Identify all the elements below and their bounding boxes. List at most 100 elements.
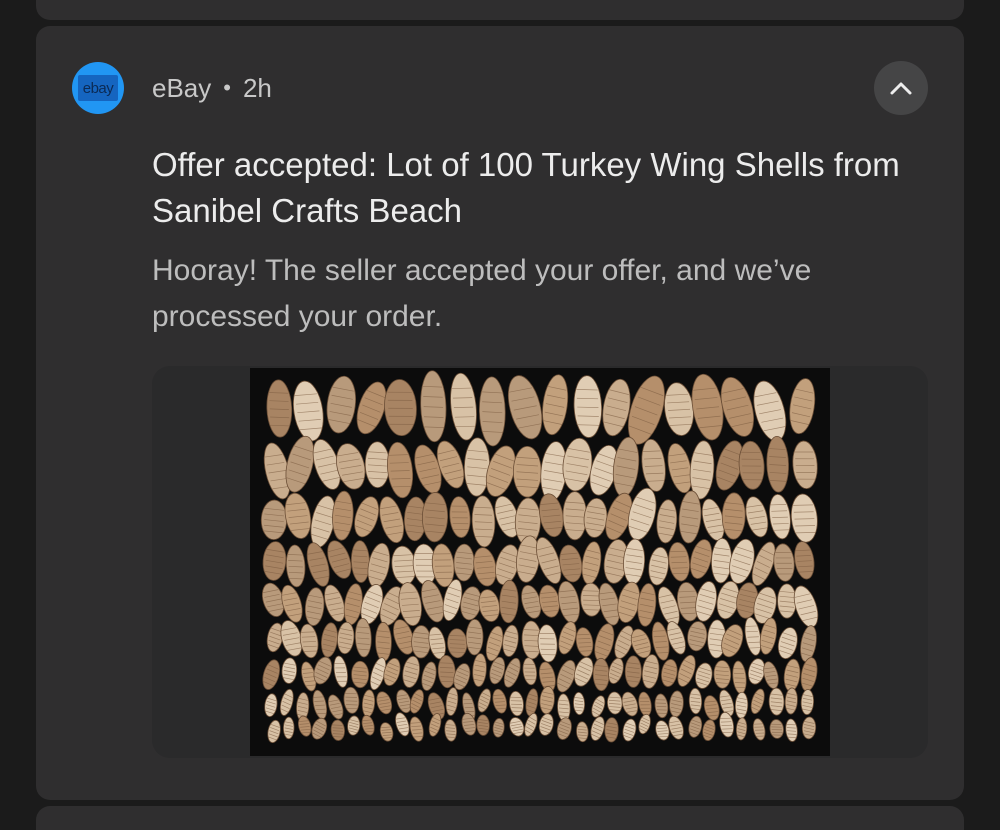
- shell: [573, 691, 586, 716]
- shell: [732, 660, 747, 695]
- shell: [750, 688, 765, 714]
- shell: [538, 584, 560, 618]
- shell: [375, 621, 392, 662]
- shell: [677, 654, 696, 687]
- shell: [604, 717, 619, 743]
- shell: [622, 718, 637, 742]
- shell: [379, 496, 405, 544]
- shell: [557, 581, 580, 624]
- shell: [524, 712, 538, 737]
- shell: [734, 691, 749, 719]
- notification-body: Hooray! The seller accepted your offer, …: [152, 254, 812, 333]
- shell: [292, 380, 324, 442]
- shell: [573, 375, 603, 438]
- shell: [279, 688, 294, 716]
- shell: [688, 715, 703, 738]
- shell: [450, 372, 477, 441]
- shell: [688, 687, 703, 715]
- shell: [581, 541, 602, 585]
- shell: [789, 378, 816, 435]
- shell: [463, 437, 491, 497]
- notification-header: eBay • 2h: [152, 70, 272, 106]
- shell: [509, 690, 524, 717]
- shell: [332, 490, 354, 541]
- shell: [557, 693, 571, 722]
- shell: [648, 546, 669, 586]
- shell: [333, 655, 348, 688]
- shell: [281, 657, 298, 684]
- shell: [607, 691, 623, 715]
- shell: [556, 717, 572, 740]
- shell: [721, 492, 746, 540]
- collapse-button[interactable]: [874, 61, 928, 115]
- shell: [361, 689, 376, 718]
- shell: [800, 625, 817, 663]
- shell: [766, 435, 789, 493]
- shell: [537, 624, 558, 663]
- shell: [687, 621, 708, 652]
- shell: [559, 544, 583, 583]
- shell: [409, 689, 424, 714]
- shell: [476, 714, 490, 736]
- shell: [790, 493, 818, 543]
- shell: [409, 716, 424, 742]
- shell: [522, 657, 538, 686]
- next-notification-card[interactable]: [36, 806, 964, 830]
- app-name: eBay: [152, 72, 212, 103]
- shell: [445, 687, 459, 716]
- shell: [655, 720, 670, 741]
- shell: [477, 688, 492, 713]
- shell: [478, 376, 506, 447]
- shell: [421, 492, 449, 543]
- shell: [311, 717, 328, 740]
- shell: [421, 661, 437, 691]
- shell: [447, 628, 468, 659]
- shell: [769, 719, 784, 739]
- ebay-logo: ebay: [78, 75, 118, 101]
- shell: [703, 695, 720, 721]
- shell: [573, 657, 594, 687]
- shell: [794, 541, 815, 580]
- ebay-notification-card[interactable]: ebay eBay • 2h Offer accepted: Lot of 10…: [36, 26, 964, 800]
- shells-image: [260, 370, 819, 744]
- shell: [492, 688, 507, 714]
- shell: [502, 624, 519, 657]
- shell: [364, 441, 390, 489]
- notification-time: 2h: [242, 72, 272, 103]
- shell: [354, 496, 380, 538]
- shell: [800, 657, 818, 692]
- shell: [321, 622, 338, 658]
- shell: [472, 653, 487, 687]
- notification-image-frame[interactable]: [152, 366, 928, 758]
- shell: [583, 497, 608, 538]
- shell: [420, 370, 447, 443]
- shell: [638, 691, 652, 717]
- shell: [752, 718, 766, 741]
- shell: [262, 541, 287, 581]
- shell: [669, 690, 684, 718]
- shell: [753, 380, 787, 442]
- shell: [562, 491, 587, 541]
- shell: [262, 659, 280, 690]
- shell: [575, 627, 594, 657]
- shell: [773, 543, 795, 582]
- shell: [379, 722, 394, 742]
- previous-notification-card[interactable]: [36, 0, 964, 20]
- shell: [465, 618, 484, 656]
- shell: [768, 687, 785, 716]
- chevron-up-icon: [890, 82, 912, 95]
- shell: [266, 379, 293, 438]
- shell: [664, 382, 694, 436]
- shell: [656, 499, 678, 544]
- shell: [576, 721, 589, 743]
- shell: [668, 542, 690, 582]
- shell: [591, 695, 606, 718]
- shell: [509, 717, 525, 737]
- shell: [499, 579, 519, 624]
- shell: [641, 654, 660, 689]
- shell: [800, 689, 815, 716]
- shell: [384, 379, 417, 437]
- shell: [668, 715, 684, 740]
- shell: [702, 719, 716, 741]
- shell: [738, 440, 765, 490]
